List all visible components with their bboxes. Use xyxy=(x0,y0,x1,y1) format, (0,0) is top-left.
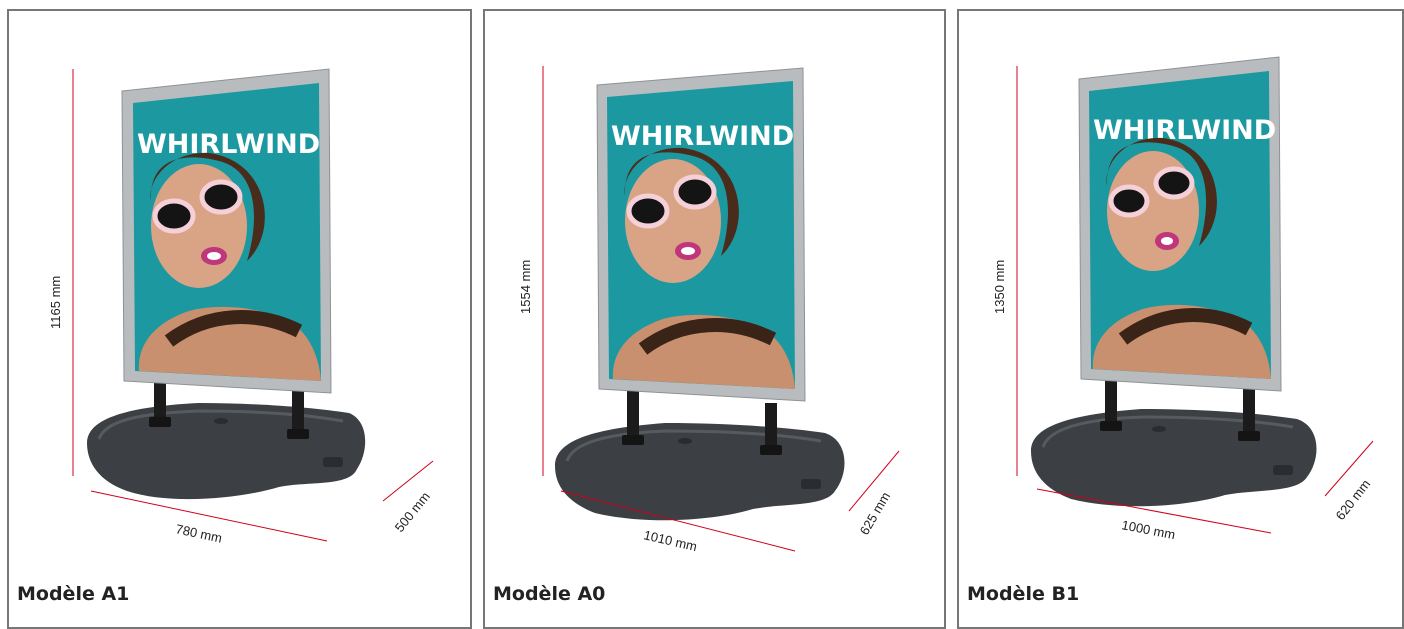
depth-dimension-label: 620 mm xyxy=(1333,477,1374,523)
water-base xyxy=(1031,409,1317,507)
product-card-a0: 1554 mm WHIRLWIND 1010 mm 625 mm Modèle … xyxy=(483,9,946,629)
depth-dimension-label: 500 mm xyxy=(392,489,433,535)
height-dimension-label: 1554 mm xyxy=(518,260,533,314)
product-illustration: 1350 mm WHIRLWIND 1000 mm 620 mm xyxy=(992,56,1374,542)
model-label: Modèle A1 xyxy=(17,583,130,605)
depth-dimension-label: 625 mm xyxy=(857,489,893,537)
water-base xyxy=(555,423,845,521)
height-dimension-label: 1350 mm xyxy=(992,260,1007,314)
model-label: Modèle A0 xyxy=(493,583,606,605)
width-dimension-label: 1000 mm xyxy=(1120,517,1176,542)
width-dimension-label: 780 mm xyxy=(174,521,223,545)
poster-brand-text: WHIRLWIND xyxy=(137,129,320,160)
product-illustration: 1165 mm WHIRLWIND 780 mm 500 mm xyxy=(48,68,434,546)
poster-brand-text: WHIRLWIND xyxy=(1093,115,1276,146)
spring-left xyxy=(149,377,171,427)
product-card-a1: 1165 mm WHIRLWIND 780 mm 500 mm Modèle A… xyxy=(7,9,472,629)
product-card-b1: 1350 mm WHIRLWIND 1000 mm 620 mm Modèle … xyxy=(957,9,1404,629)
poster-brand-text: WHIRLWIND xyxy=(611,121,794,152)
water-base xyxy=(87,403,366,500)
spring-left xyxy=(622,389,644,445)
width-dimension-label: 1010 mm xyxy=(642,527,698,554)
height-dimension-label: 1165 mm xyxy=(48,276,63,329)
model-label: Modèle B1 xyxy=(967,583,1080,605)
product-illustration: 1554 mm WHIRLWIND 1010 mm 625 mm xyxy=(518,66,900,554)
